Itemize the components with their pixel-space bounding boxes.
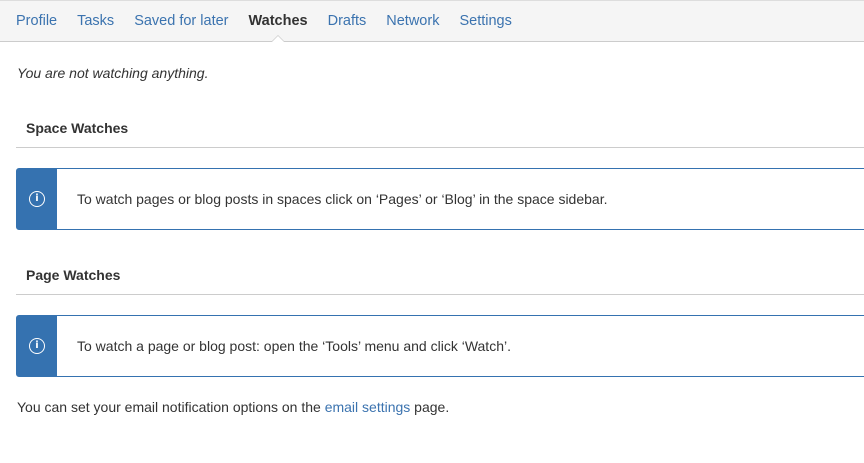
tab-drafts[interactable]: Drafts (328, 1, 367, 41)
info-bar: i (17, 316, 57, 376)
info-icon: i (29, 338, 45, 354)
page-watches-info-text: To watch a page or blog post: open the ‘… (77, 338, 511, 354)
tab-watches[interactable]: Watches (249, 1, 308, 42)
space-watches-info-message: i To watch pages or blog posts in spaces… (16, 168, 864, 230)
space-watches-heading: Space Watches (26, 120, 129, 136)
empty-watches-message: You are not watching anything. (17, 65, 209, 81)
space-watches-header: Space Watches (16, 118, 864, 148)
tab-tasks[interactable]: Tasks (77, 1, 114, 41)
page-watches-info-message: i To watch a page or blog post: open the… (16, 315, 864, 377)
footer-prefix: You can set your email notification opti… (17, 399, 325, 415)
space-watches-info-text: To watch pages or blog posts in spaces c… (77, 191, 608, 207)
profile-tabs: Profile Tasks Saved for later Watches Dr… (0, 0, 864, 42)
tab-saved-for-later[interactable]: Saved for later (134, 1, 228, 41)
tab-settings[interactable]: Settings (459, 1, 511, 41)
page-watches-heading: Page Watches (26, 267, 121, 283)
tab-network[interactable]: Network (386, 1, 439, 41)
info-bar: i (17, 169, 57, 229)
email-settings-note: You can set your email notification opti… (17, 399, 449, 415)
tab-profile[interactable]: Profile (16, 1, 57, 41)
page-watches-header: Page Watches (16, 265, 864, 295)
footer-suffix: page. (410, 399, 450, 415)
email-settings-link[interactable]: email settings (325, 399, 411, 415)
info-icon: i (29, 191, 45, 207)
